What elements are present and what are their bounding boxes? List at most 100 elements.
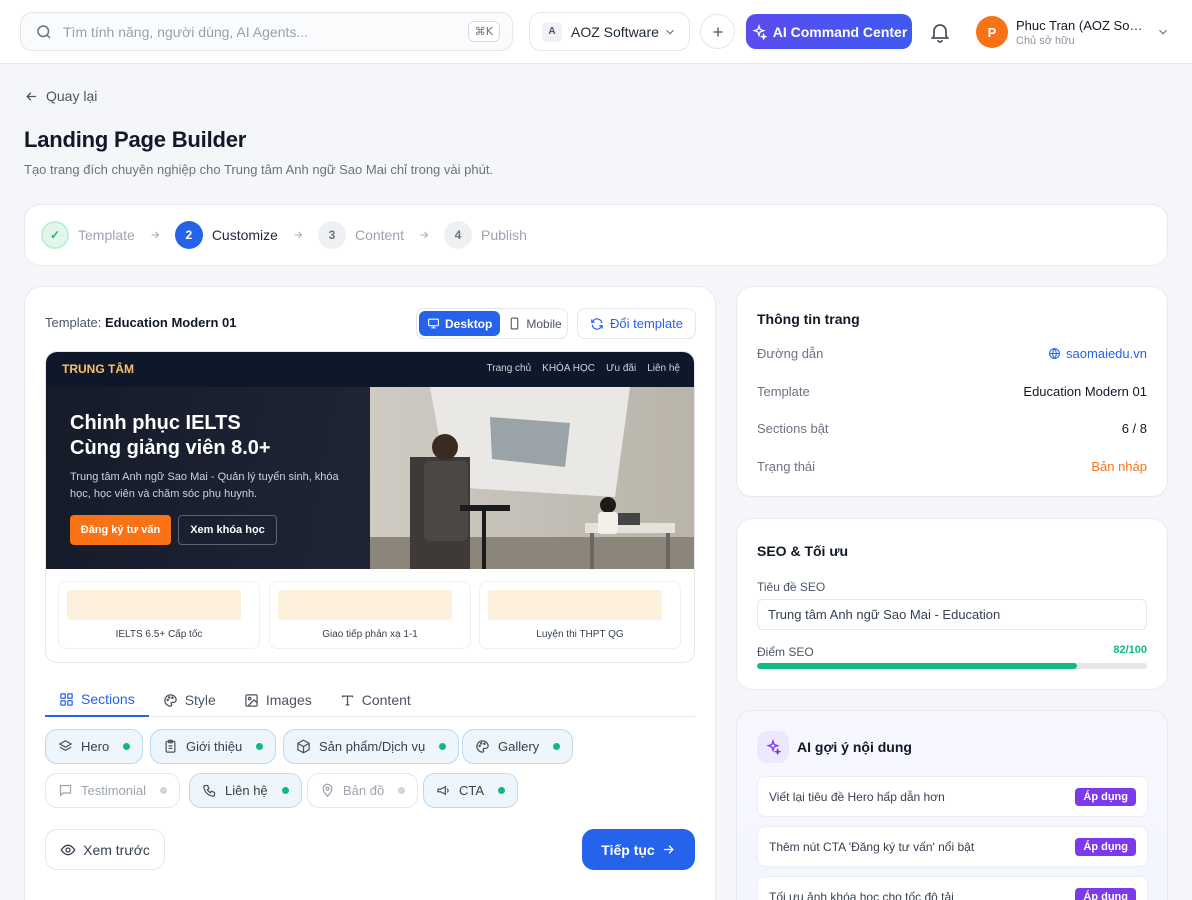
section-chip-label: Sản phẩm/Dịch vụ [319,739,426,754]
info-row-sections: Sections bật 6 / 8 [757,421,1147,436]
top-bar: Tìm tính năng, người dùng, AI Agents... … [0,0,1192,64]
ai-suggestion-text: Tối ưu ảnh khóa học cho tốc độ tải [769,889,954,900]
preview-navbar: TRUNG TÂM Trang chủ KHÓA HỌC Ưu đãi Liên… [46,352,694,387]
section-chip-gallery[interactable]: Gallery [462,729,574,764]
preview-hero: Chinh phục IELTS Cùng giảng viên 8.0+ Tr… [46,387,694,569]
apply-button[interactable]: Áp dụng [1075,787,1136,806]
seo-score-bar [757,663,1147,669]
view-mobile-button[interactable]: Mobile [500,311,569,336]
back-link[interactable]: Quay lại [24,88,97,104]
ai-suggestions-card: AI gợi ý nội dung Viết lại tiêu đề Hero … [736,710,1168,900]
search-shortcut: ⌘K [467,21,500,42]
section-chip-cta[interactable]: CTA [423,773,519,808]
seo-score-label: Điểm SEO [757,645,814,659]
view-toggle: Desktop Mobile [416,308,568,339]
view-desktop-label: Desktop [445,316,493,331]
status-dot [281,787,289,794]
avatar: P [976,16,1008,48]
step-publish[interactable]: 4 Publish [444,221,527,249]
section-chip-lien-he[interactable]: Liên hệ [189,773,302,808]
tab-sections[interactable]: Sections [45,683,149,717]
clipboard-icon [163,739,178,754]
view-mobile-label: Mobile [526,316,562,331]
preview-cta-primary: Đăng ký tư vấn [70,515,171,545]
template-label: Template: Education Modern 01 [45,315,236,330]
seo-card: SEO & Tối ưu Tiêu đề SEO Trung tâm Anh n… [736,518,1168,690]
section-chip-label: Liên hệ [225,783,268,798]
status-dot [553,743,561,750]
arrow-right-icon [149,229,161,241]
info-value: Education Modern 01 [1023,384,1147,399]
global-search[interactable]: Tìm tính năng, người dùng, AI Agents... … [20,12,513,51]
info-value: 6 / 8 [1121,421,1147,436]
back-label: Quay lại [46,88,98,104]
arrow-right-icon [292,229,304,241]
preview-nav-link: Liên hệ [647,363,680,374]
ai-command-center-button[interactable]: AI Command Center [746,14,912,49]
seo-title-input[interactable]: Trung tâm Anh ngữ Sao Mai - Education [757,599,1147,630]
check-icon: ✓ [41,221,69,249]
palette-icon [163,693,178,708]
layers-icon [58,739,73,754]
change-template-label: Đổi template [610,316,683,331]
view-desktop-button[interactable]: Desktop [419,311,501,336]
preview-course-title: IELTS 6.5+ Cấp tốc [115,629,203,640]
section-chip-testimonial[interactable]: Testimonial [45,773,181,808]
section-chip-san-pham[interactable]: Sản phẩm/Dịch vụ [283,729,460,764]
ai-suggestion-text: Thêm nút CTA 'Đăng ký tư vấn' nổi bật [769,839,975,854]
status-badge: Bản nháp [1091,459,1147,474]
tab-label: Style [184,692,216,708]
preview-nav-link: Trang chủ [486,363,532,374]
add-button[interactable] [700,14,735,49]
landing-preview[interactable]: TRUNG TÂM Trang chủ KHÓA HỌC Ưu đãi Liên… [45,351,695,663]
preview-brand: TRUNG TÂM [62,362,134,376]
seo-score-value: 82/100 [1113,644,1147,656]
bell-icon[interactable] [928,20,952,44]
preview-button[interactable]: Xem trước [45,829,165,870]
info-label: Template [757,384,810,399]
step-number: 2 [174,221,203,249]
info-row-url: Đường dẫn saomaiedu.vn [757,346,1147,361]
step-content[interactable]: 3 Content [317,221,404,249]
org-switcher[interactable]: A AOZ Software [529,12,690,51]
status-dot [498,787,506,794]
preview-course-cards: IELTS 6.5+ Cấp tốc Giao tiếp phản xạ 1-1… [46,569,694,662]
apply-button[interactable]: Áp dụng [1075,887,1136,900]
continue-button[interactable]: Tiếp tục [582,829,695,870]
info-label: Đường dẫn [757,346,824,361]
user-name: Phuc Tran (AOZ Software) [1016,17,1146,33]
page-info-title: Thông tin trang [757,311,860,327]
preview-headline: Chinh phục IELTS Cùng giảng viên 8.0+ [70,411,360,461]
grid-icon [59,692,74,707]
apply-button[interactable]: Áp dụng [1075,837,1136,856]
section-chip-ban-do[interactable]: Bản đồ [307,773,419,808]
search-input[interactable]: Tìm tính năng, người dùng, AI Agents... [63,24,468,40]
seo-field-label: Tiêu đề SEO [757,580,826,594]
preview-hero-photo [370,387,694,569]
change-template-button[interactable]: Đổi template [577,308,696,339]
image-icon [244,693,259,708]
section-chip-label: Giới thiệu [186,739,243,754]
section-chip-gioi-thieu[interactable]: Giới thiệu [150,729,277,764]
tab-label: Content [361,692,411,708]
preview-course-title: Luyện thi THPT QG [536,629,624,640]
preview-headline-line: Cùng giảng viên 8.0+ [70,437,271,459]
user-menu[interactable]: P Phuc Tran (AOZ Software) Chủ sở hữu [976,15,1172,49]
arrow-right-icon [661,842,676,857]
step-customize[interactable]: 2 Customize [174,221,278,249]
info-label: Sections bật [757,421,829,436]
page-url-link[interactable]: saomaiedu.vn [1048,346,1147,361]
page-title: Landing Page Builder [24,127,247,152]
info-label: Trạng thái [757,459,816,474]
section-chip-hero[interactable]: Hero [45,729,144,764]
step-template[interactable]: ✓ Template [41,221,135,249]
step-number: 4 [444,221,472,249]
tab-content[interactable]: Content [326,683,425,717]
section-chip-label: Bản đồ [343,783,385,798]
page-info-card: Thông tin trang Đường dẫn saomaiedu.vn T… [736,286,1168,497]
builder-card: Template: Education Modern 01 Desktop Mo… [24,286,716,900]
type-icon [340,693,355,708]
status-dot [256,743,264,750]
tab-style[interactable]: Style [149,683,230,717]
tab-images[interactable]: Images [230,683,326,717]
